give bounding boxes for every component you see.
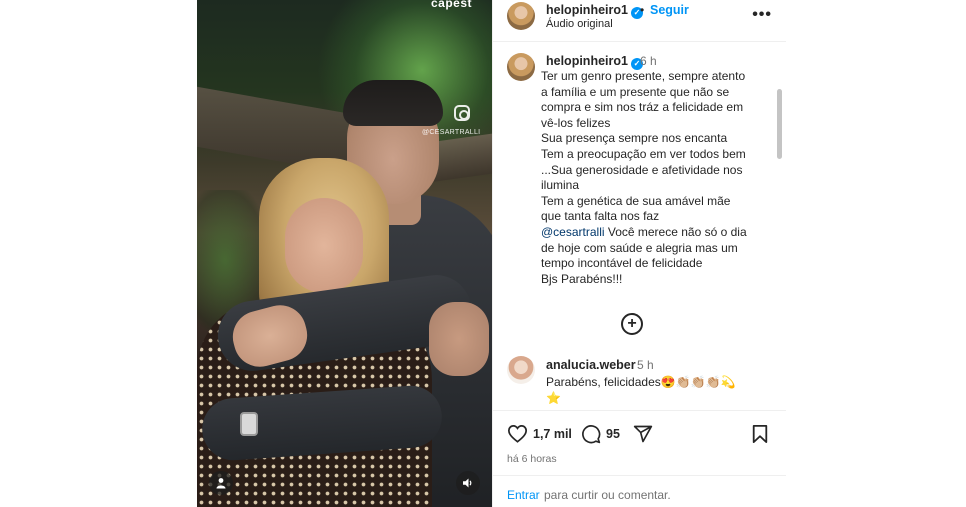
caption-mention-rest: Você merece não só o dia xyxy=(604,224,747,239)
comment-text-line: Parabéns, felicidades😍👏🏼👏🏼👏🏼💫 xyxy=(546,375,736,389)
add-comment-bar: Entrar para curtir ou comentar. xyxy=(493,475,786,507)
mention-link[interactable]: @cesartralli xyxy=(541,225,605,239)
caption-line: de hoje com saúde e alegria mas um xyxy=(541,240,738,255)
likes-count[interactable]: 1,7 mil xyxy=(533,427,572,441)
caption-time: 6 h xyxy=(640,54,657,68)
tag-people-button[interactable] xyxy=(209,471,233,495)
caption-username-text[interactable]: helopinheiro1 xyxy=(546,54,628,68)
mute-button[interactable] xyxy=(456,471,480,495)
post-time-ago[interactable]: há 6 horas xyxy=(507,453,557,465)
avatar[interactable] xyxy=(507,356,535,384)
more-options-icon[interactable]: ••• xyxy=(752,6,772,24)
woman-face xyxy=(285,198,363,293)
man-hand xyxy=(429,302,489,376)
caption-line: Tem a genética de sua amável mãe xyxy=(541,193,731,208)
author-username-text[interactable]: helopinheiro1 xyxy=(546,3,628,17)
brand-watermark: capest xyxy=(430,0,472,10)
caption-line: tempo incontável de felicidade xyxy=(541,256,703,271)
like-action[interactable]: 1,7 mil xyxy=(507,424,572,443)
caption-line: Bjs Parabéns!!! xyxy=(541,271,623,286)
audio-label[interactable]: Áudio original xyxy=(546,18,613,30)
login-prompt-text: para curtir ou comentar. xyxy=(544,488,671,502)
caption-line: a família e um presente que não se xyxy=(541,84,730,99)
watermark-handle: @CESARTRALLI xyxy=(422,129,481,136)
login-link[interactable]: Entrar xyxy=(507,488,540,502)
post-header: helopinheiro1 ✓ • Seguir Áudio original •… xyxy=(493,0,786,42)
author-username[interactable]: helopinheiro1 ✓ xyxy=(546,3,643,19)
speaker-icon xyxy=(463,478,472,488)
scrollbar[interactable] xyxy=(777,89,782,159)
avatar[interactable] xyxy=(507,53,535,81)
post-video[interactable]: capest @CESARTRALLI xyxy=(197,0,492,507)
comment-username[interactable]: analucia.weber xyxy=(546,358,636,372)
caption-line: ...Sua generosidade e afetividade nos xyxy=(541,162,743,177)
post-actions: 1,7 mil 95 há 6 horas Entrar para curtir… xyxy=(493,410,786,507)
comment-action[interactable]: 95 xyxy=(581,424,620,444)
comment-text: Parabéns, felicidades😍👏🏼👏🏼👏🏼💫 ⭐ xyxy=(546,374,761,406)
comment-time: 5 h xyxy=(637,358,654,372)
person-tag-icon xyxy=(216,478,226,489)
share-icon[interactable] xyxy=(633,424,653,444)
comments-count[interactable]: 95 xyxy=(606,427,620,441)
separator-dot: • xyxy=(640,3,645,17)
caption-line: que tanta falta nos faz xyxy=(541,209,660,224)
share-action[interactable] xyxy=(633,424,653,444)
caption-line: vê-los felizes xyxy=(541,115,611,130)
heart-icon[interactable] xyxy=(507,424,528,443)
comment-icon[interactable] xyxy=(581,424,601,444)
caption-line: ilumina xyxy=(541,178,580,193)
avatar[interactable] xyxy=(507,2,535,30)
caption-text: Ter um genro presente, sempre atento a f… xyxy=(541,69,776,287)
follow-button[interactable]: Seguir xyxy=(650,3,689,17)
man-hair xyxy=(343,80,443,126)
instagram-post-embed: capest @CESARTRALLI helopinheiro1 ✓ • Seg… xyxy=(0,0,966,507)
bookmark-icon[interactable] xyxy=(751,424,769,444)
wristwatch xyxy=(240,412,258,436)
comment-text-line: ⭐ xyxy=(546,391,561,405)
plus-icon: + xyxy=(627,315,637,332)
save-action[interactable] xyxy=(751,424,769,444)
caption-line: Ter um genro presente, sempre atento xyxy=(541,69,746,83)
load-more-comments-button[interactable]: + xyxy=(621,313,643,335)
caption-line: compra e sim nos tráz a felicidade em xyxy=(541,100,744,115)
comments-list[interactable]: helopinheiro1 ✓ 6 h Ter um genro presente… xyxy=(493,43,786,410)
caption-line-mention: @cesartralli Você merece não só o dia xyxy=(541,225,776,241)
caption-line: Sua presença sempre nos encanta xyxy=(541,131,728,146)
post-side-panel: helopinheiro1 ✓ • Seguir Áudio original •… xyxy=(492,0,786,507)
caption-line: Tem a preocupação em ver todos bem xyxy=(541,146,746,161)
caption-username[interactable]: helopinheiro1 ✓ xyxy=(546,54,643,70)
instagram-icon xyxy=(454,105,470,121)
